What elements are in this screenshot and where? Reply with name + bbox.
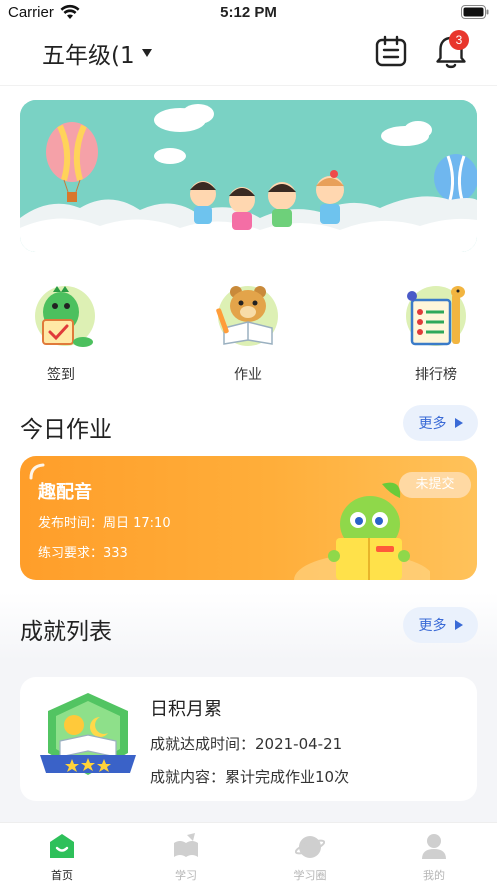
calendar-icon[interactable] — [374, 34, 408, 68]
book-icon — [174, 833, 198, 857]
dinosaur-checkin-icon — [35, 286, 95, 347]
bottom-tab-bar: 首页 学习 学习圈 我的 — [0, 822, 497, 883]
tab-home[interactable]: 首页 — [22, 831, 102, 883]
achievement-content: 成就内容：累计完成作业10次 — [150, 768, 350, 786]
today-homework-title: 今日作业 — [20, 417, 112, 443]
header-divider — [0, 85, 497, 86]
homework-card[interactable]: 趣配音 发布时间：周日 17:10 练习要求：333 未提交 — [20, 456, 477, 580]
giraffe-ranking-icon — [406, 286, 466, 346]
tab-label: 学习 — [175, 869, 197, 882]
quick-entry-label: 作业 — [234, 367, 262, 383]
achievement-card[interactable]: 日积月累 成就达成时间：2021-04-21 成就内容：累计完成作业10次 — [20, 677, 477, 801]
achievement-name: 日积月累 — [150, 699, 222, 720]
home-icon — [50, 834, 74, 858]
play-arrow-icon — [454, 418, 463, 428]
achievement-badge-icon — [40, 693, 136, 775]
quick-entry-row: 签到 作业 排行榜 — [0, 278, 497, 388]
homework-publish-time: 发布时间：周日 17:10 — [38, 516, 171, 531]
planet-icon — [295, 836, 325, 858]
tab-profile[interactable]: 我的 — [394, 831, 474, 883]
clock-time: 5:12 PM — [220, 4, 277, 21]
achievement-more-button[interactable]: 更多 — [403, 607, 478, 643]
home-screen: Carrier 5:12 PM 五年级(1 3 签到 作业 排行榜 今日作业 更… — [0, 0, 497, 883]
reading-mascot-illustration — [294, 482, 430, 580]
more-label: 更多 — [418, 416, 447, 432]
quick-entry-checkin[interactable]: 签到 — [16, 278, 106, 388]
promo-banner[interactable] — [20, 100, 477, 252]
class-name: 五年级(1 — [42, 43, 135, 69]
play-arrow-icon — [454, 620, 463, 630]
profile-icon — [422, 834, 446, 859]
status-bar: Carrier 5:12 PM — [0, 0, 497, 26]
homework-requirement: 练习要求：333 — [38, 546, 128, 561]
quick-entry-homework[interactable]: 作业 — [203, 278, 293, 388]
banner-illustration — [20, 100, 477, 252]
bear-homework-icon — [216, 286, 278, 346]
quick-entry-label: 签到 — [47, 367, 75, 383]
homework-name: 趣配音 — [38, 482, 92, 503]
caret-down-icon — [141, 49, 152, 57]
achievement-time: 成就达成时间：2021-04-21 — [150, 735, 343, 753]
tab-label: 我的 — [423, 869, 445, 882]
app-header: 五年级(1 3 — [0, 30, 497, 76]
tab-study[interactable]: 学习 — [146, 831, 226, 883]
quick-entry-ranking[interactable]: 排行榜 — [391, 278, 481, 388]
quick-entry-label: 排行榜 — [415, 367, 457, 383]
tab-label: 学习圈 — [293, 869, 327, 882]
homework-more-button[interactable]: 更多 — [403, 405, 478, 441]
battery-icon — [461, 5, 489, 19]
tab-label: 首页 — [51, 869, 73, 882]
achievement-list-title: 成就列表 — [20, 619, 112, 645]
more-label: 更多 — [418, 618, 447, 634]
class-selector[interactable]: 五年级(1 — [42, 36, 153, 70]
notification-badge: 3 — [449, 30, 469, 50]
tab-study-circle[interactable]: 学习圈 — [270, 831, 350, 883]
